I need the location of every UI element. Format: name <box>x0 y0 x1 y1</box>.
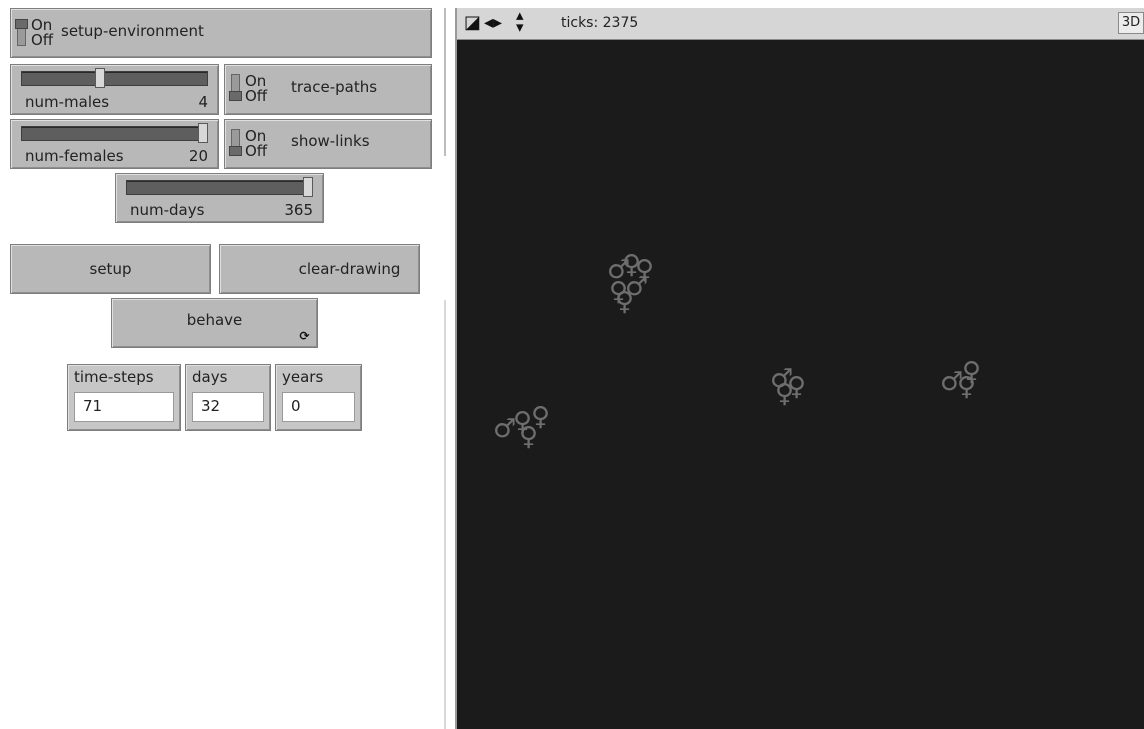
setup-environment-switch[interactable]: On Off setup-environment <box>10 8 432 58</box>
slider-label: num-males <box>25 93 110 111</box>
monitor-value: 0 <box>282 392 355 422</box>
monitor-label: time-steps <box>74 368 154 386</box>
switch-label: setup-environment <box>61 22 204 40</box>
switch-label: show-links <box>291 132 370 150</box>
monitor-value: 32 <box>192 392 264 422</box>
switch-knob[interactable] <box>229 146 242 156</box>
world-canvas[interactable]: ♂♀♀♀♂♀ ♂♀♀ ♂♀♀ ♂♀♀♀ <box>457 40 1144 729</box>
world-view[interactable]: ◪ ◂▸ ▴ ▾ ticks: 2375 3D ♂ ♀ ♀ ♀ ♂ ♀ ♂ ♀ ♀ ♂ ♀ ♀ ♂ ♀… <box>455 8 1144 729</box>
forever-icon: ⟳ <box>299 329 310 343</box>
separator <box>444 8 446 156</box>
left-right-arrows-icon[interactable]: ◂▸ <box>484 12 502 33</box>
female-agent-icon: ♀ <box>775 379 794 409</box>
slider-value: 4 <box>198 93 208 111</box>
num-males-slider[interactable]: num-males 4 <box>10 64 219 115</box>
switch-on-off-labels: On Off <box>31 16 54 49</box>
switch-label: trace-paths <box>291 78 378 96</box>
view-control-strip: ◪ ◂▸ ▴ ▾ ticks: 2375 3D <box>457 8 1144 40</box>
num-females-slider[interactable]: num-females 20 <box>10 119 219 169</box>
female-agent-icon: ♀ <box>519 422 538 452</box>
monitor-label: years <box>282 368 324 386</box>
3d-view-button[interactable]: 3D <box>1118 12 1144 34</box>
separator <box>444 300 446 729</box>
slider-track <box>126 180 313 195</box>
slider-label: num-days <box>130 201 205 219</box>
up-down-arrows-icon[interactable]: ▴ ▾ <box>516 8 524 35</box>
switch-on-off-labels: On Off <box>245 72 268 105</box>
slider-thumb[interactable] <box>303 177 313 197</box>
years-monitor: years 0 <box>275 364 362 431</box>
trace-paths-switch[interactable]: On Off trace-paths <box>224 64 432 115</box>
ticks-counter: ticks: 2375 <box>561 15 639 31</box>
behave-button[interactable]: behave ⟳ <box>111 298 318 348</box>
switch-on-off-labels: On Off <box>245 127 268 160</box>
setup-button[interactable]: setup <box>10 244 211 294</box>
days-monitor: days 32 <box>185 364 271 431</box>
show-links-switch[interactable]: On Off show-links <box>224 119 432 169</box>
slider-thumb[interactable] <box>198 123 208 143</box>
switch-knob[interactable] <box>229 91 242 101</box>
slider-value: 365 <box>284 201 313 219</box>
female-agent-icon: ♀ <box>615 287 634 317</box>
slider-value: 20 <box>188 147 208 165</box>
slider-track <box>21 126 208 141</box>
time-steps-monitor: time-steps 71 <box>67 364 181 431</box>
slider-track <box>21 71 208 86</box>
slider-thumb[interactable] <box>95 68 106 88</box>
female-agent-icon: ♀ <box>957 372 976 402</box>
shape-icon[interactable]: ◪ <box>464 12 481 33</box>
monitor-label: days <box>192 368 228 386</box>
switch-knob[interactable] <box>15 19 28 29</box>
clear-drawing-button[interactable]: clear-drawing <box>219 244 420 294</box>
monitor-value: 71 <box>74 392 174 422</box>
num-days-slider[interactable]: num-days 365 <box>115 173 324 223</box>
slider-label: num-females <box>25 147 124 165</box>
setup-button-label: setup <box>89 260 132 278</box>
behave-button-label: behave <box>186 311 243 329</box>
clear-drawing-button-label: clear-drawing <box>298 260 401 278</box>
